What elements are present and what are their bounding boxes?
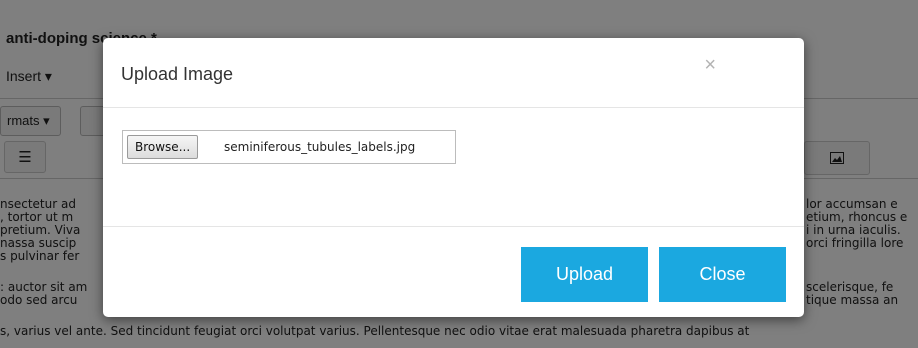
browse-button[interactable]: Browse... (127, 135, 199, 159)
file-input[interactable]: Browse... seminiferous_tubules_labels.jp… (122, 130, 456, 164)
dialog-header: Upload Image × (103, 38, 804, 108)
upload-image-dialog: Upload Image × Browse... seminiferous_tu… (103, 38, 804, 317)
close-icon[interactable]: × (704, 55, 716, 75)
dialog-footer: Upload Close (103, 226, 804, 318)
close-button[interactable]: Close (659, 247, 786, 302)
upload-button[interactable]: Upload (521, 247, 648, 302)
dialog-title: Upload Image (121, 64, 234, 84)
selected-file-name: seminiferous_tubules_labels.jpg (224, 140, 416, 154)
